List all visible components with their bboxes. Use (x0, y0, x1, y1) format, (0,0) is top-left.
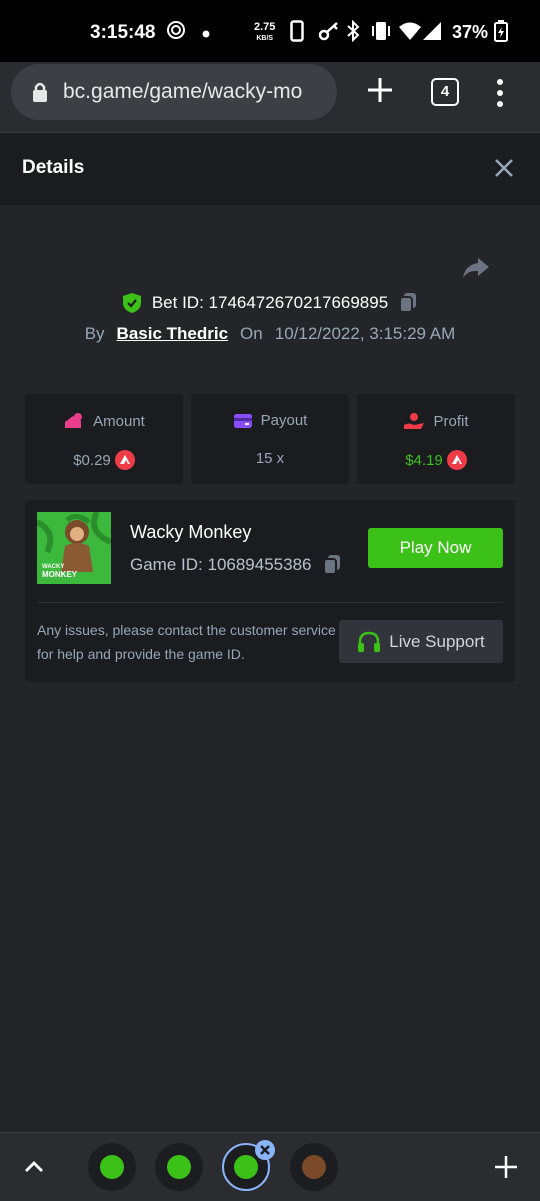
stat-profit-label: Profit (433, 412, 469, 430)
net-speed-unit: KB/S (256, 35, 274, 42)
divider (37, 602, 503, 603)
coin-icon (446, 450, 467, 470)
bcgame-icon (167, 1155, 191, 1179)
key-icon (318, 20, 340, 47)
dot-icon (202, 25, 210, 43)
bet-id-label: Bet ID: (151, 293, 204, 312)
game-id-label: Game ID: (130, 555, 203, 574)
profit-hand-icon (404, 413, 425, 429)
bet-id-text: Bet ID: 1746472670217669895 (152, 293, 388, 313)
by-label: By (84, 324, 105, 343)
copy-icon[interactable] (398, 292, 418, 314)
stat-profit-value: $4.19 (405, 451, 443, 469)
bcgame-icon (100, 1155, 124, 1179)
issue-text: Any issues, please contact the customer … (37, 622, 336, 662)
stat-payout-label: Payout (260, 412, 308, 429)
bet-id-value: 1746472670217669895 (208, 293, 389, 312)
close-icon[interactable] (492, 156, 516, 180)
new-tab-icon[interactable] (494, 1155, 518, 1179)
tab-favicon-monkey[interactable] (290, 1143, 338, 1191)
sync-icon (166, 20, 186, 45)
coin-icon (114, 450, 135, 470)
monkey-icon (302, 1155, 326, 1179)
headset-icon (358, 631, 381, 652)
battery-percent: 37% (452, 22, 489, 42)
copy-icon[interactable] (322, 554, 342, 576)
on-label: On (240, 324, 263, 343)
browser-toolbar: bc.game/game/wacky-mo 4 (0, 62, 540, 133)
stat-payout: Payout 15 x (191, 394, 349, 484)
status-time: 3:15:48 (90, 22, 156, 43)
play-now-button[interactable]: Play Now (368, 528, 503, 568)
user-link[interactable]: Basic Thedric (117, 324, 229, 344)
status-bar: 3:15:48 2.75 KB/S 37% (0, 0, 540, 62)
game-id-row: Game ID: 10689455386 (130, 554, 342, 576)
signal-icon (422, 20, 442, 47)
game-id-text: Game ID: 10689455386 (130, 555, 312, 575)
game-card: WACKY MONKEY Wacky Monkey Game ID: 106894… (25, 500, 515, 682)
stat-profit: Profit $4.19 (357, 394, 515, 484)
bet-id-row: Bet ID: 1746472670217669895 (0, 292, 540, 314)
tab-strip (0, 1132, 540, 1201)
tab-switcher-button[interactable]: 4 (431, 78, 459, 106)
tab-favicon-bcgame[interactable] (88, 1143, 136, 1191)
stat-amount-label: Amount (93, 412, 145, 430)
live-support-label: Live Support (389, 631, 485, 651)
thumb-text-2: MONKEY (42, 570, 78, 579)
live-support-button[interactable]: Live Support (339, 620, 503, 663)
close-tab-icon[interactable] (254, 1139, 276, 1161)
game-thumbnail[interactable]: WACKY MONKEY (37, 512, 111, 584)
amount-icon (65, 413, 83, 428)
thumb-text: WACKY MONKEY (42, 564, 77, 580)
stat-payout-value: 15 x (255, 450, 285, 467)
tab-favicon-bcgame[interactable] (155, 1143, 203, 1191)
card-icon (233, 413, 252, 428)
battery-icon (494, 20, 508, 47)
game-id-value: 10689455386 (207, 555, 312, 574)
url-text: bc.game/game/wacky-mo (63, 80, 303, 103)
vibrate-icon (370, 20, 392, 47)
lock-icon (33, 82, 47, 102)
wifi-icon (398, 20, 422, 47)
stat-amount-value: $0.29 (73, 451, 111, 469)
bluetooth-icon (346, 19, 360, 47)
game-name: Wacky Monkey (130, 522, 252, 542)
chevron-up-icon[interactable] (24, 1159, 44, 1173)
address-bar[interactable]: bc.game/game/wacky-mo (11, 64, 337, 120)
shield-check-icon (122, 293, 141, 313)
bet-date: 10/12/2022, 3:15:29 AM (274, 324, 456, 343)
details-header: Details (0, 133, 540, 205)
stat-amount: Amount $0.29 (25, 394, 183, 484)
bet-byline: By Basic Thedric On 10/12/2022, 3:15:29 … (0, 324, 540, 344)
net-speed-value: 2.75 (254, 21, 276, 33)
share-icon[interactable] (462, 256, 490, 280)
phone-icon (290, 20, 304, 47)
new-tab-icon[interactable] (366, 74, 394, 106)
more-menu-icon[interactable] (490, 78, 510, 108)
details-title: Details (22, 157, 85, 178)
net-speed: 2.75 KB/S (254, 22, 275, 44)
